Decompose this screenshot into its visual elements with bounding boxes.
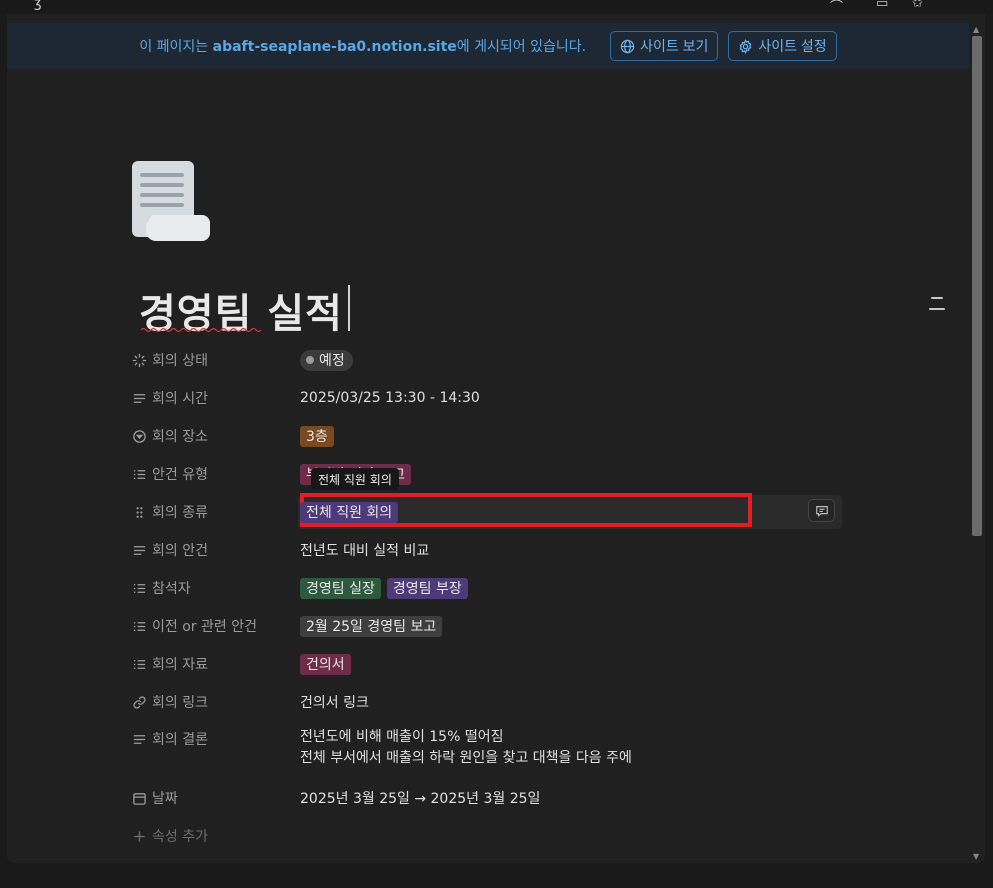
property-label: 회의 시간 (152, 391, 208, 407)
property-conclusion[interactable]: 회의 결론 전년도에 비해 매출이 15% 떨어짐 전체 부서에서 매출의 하락… (132, 721, 842, 779)
status-tag[interactable]: 예정 (300, 349, 353, 371)
plus-icon (134, 830, 145, 842)
star-partial-icon[interactable]: ✩ (912, 0, 923, 11)
property-label: 회의 상태 (152, 353, 208, 369)
link-icon (133, 695, 146, 709)
property-label: 회의 결론 (152, 732, 208, 748)
share-partial-icon[interactable]: ⌒ (830, 0, 843, 15)
property-related[interactable]: 이전 or 관련 안건 2월 25일 경영팀 보고 (132, 607, 842, 645)
kind-tag[interactable]: 전체 직원 회의 (300, 501, 399, 523)
related-tag[interactable]: 2월 25일 경영팀 보고 (300, 615, 443, 637)
multi-select-icon (133, 469, 146, 479)
top-toolbar-strip: ʒ ⌒ ▭ ✩ (0, 0, 993, 15)
property-label: 회의 안건 (152, 543, 208, 559)
properties-list: 회의 상태 예정 회의 시간 2025/03/25 13:30 - 14:30 … (132, 341, 842, 855)
text-lines-icon (133, 545, 146, 555)
spellcheck-underline (141, 327, 261, 333)
property-kind[interactable]: 회의 종류 전체 직원 회의 전체 직원 회의 (132, 468, 842, 531)
date-value[interactable]: 2025년 3월 25일 → 2025년 3월 25일 (300, 788, 540, 808)
select-circle-icon (133, 429, 146, 443)
drag-handle-icon[interactable] (132, 505, 147, 520)
site-url[interactable]: abaft-seaplane-ba0.notion.site (213, 39, 457, 55)
page-peek-modal: 이 페이지는 abaft-seaplane-ba0.notion.site에 게… (7, 14, 985, 863)
agenda-value[interactable]: 전년도 대비 실적 비교 (300, 540, 429, 560)
property-label: 회의 장소 (152, 429, 208, 445)
text-lines-icon (133, 734, 146, 744)
conclusion-line[interactable]: 전년도에 비해 매출이 15% 떨어짐 (300, 729, 503, 746)
status-spinner-icon (132, 353, 147, 367)
scroll-down-icon[interactable]: ▼ (973, 852, 979, 861)
page-document-icon[interactable] (132, 159, 212, 241)
scroll-up-icon[interactable]: ▲ (973, 25, 979, 34)
comments-partial-icon[interactable]: ▭ (876, 0, 888, 11)
property-label: 회의 종류 (152, 505, 208, 521)
property-link[interactable]: 회의 링크 건의서 링크 (132, 683, 842, 721)
property-label: 날짜 (152, 791, 178, 807)
comment-icon (815, 505, 828, 517)
calendar-icon (133, 792, 146, 805)
text-lines-icon (133, 393, 146, 403)
text-caret (348, 285, 350, 331)
property-attendees[interactable]: 참석자 경영팀 실장 경영팀 부장 (132, 569, 842, 607)
time-value[interactable]: 2025/03/25 13:30 - 14:30 (300, 390, 480, 406)
multi-select-icon (133, 659, 146, 669)
scrollbar-thumb[interactable] (972, 36, 982, 536)
property-agenda[interactable]: 회의 안건 전년도 대비 실적 비교 (132, 531, 842, 569)
attendee-tag[interactable]: 경영팀 부장 (386, 577, 468, 599)
add-property-label[interactable]: 속성 추가 (152, 826, 208, 846)
multi-select-icon (133, 621, 146, 631)
vertical-scrollbar[interactable]: ▲ ▼ (969, 23, 985, 863)
property-agenda-type[interactable]: 안건 유형 부서별 성과 보고 (132, 455, 842, 493)
property-label: 회의 자료 (152, 657, 208, 673)
page-title-wrap[interactable]: 경영팀 실적 (139, 281, 350, 337)
gear-icon (739, 38, 752, 54)
conclusion-line[interactable]: 전체 부서에서 매출의 하락 원인을 찾고 대책을 다음 주에 (300, 750, 632, 767)
property-label: 참석자 (152, 581, 191, 597)
partial-icon: ʒ (34, 0, 42, 11)
site-settings-button[interactable]: 사이트 설정 (728, 31, 837, 61)
table-of-contents-icon[interactable] (929, 297, 945, 319)
attendee-tag[interactable]: 경영팀 실장 (300, 577, 381, 599)
comment-button[interactable] (808, 499, 835, 522)
property-status[interactable]: 회의 상태 예정 (132, 341, 842, 379)
published-banner-text: 이 페이지는 abaft-seaplane-ba0.notion.site에 게… (139, 39, 587, 55)
multi-select-icon (133, 583, 146, 593)
tooltip: 전체 직원 회의 (311, 468, 399, 490)
property-time[interactable]: 회의 시간 2025/03/25 13:30 - 14:30 (132, 379, 842, 417)
published-banner: 이 페이지는 abaft-seaplane-ba0.notion.site에 게… (7, 23, 969, 69)
property-date[interactable]: 날짜 2025년 3월 25일 → 2025년 3월 25일 (132, 779, 842, 817)
add-property-row[interactable]: 속성 추가 (132, 817, 842, 855)
property-label: 안건 유형 (152, 467, 208, 483)
globe-icon (620, 39, 635, 53)
property-materials[interactable]: 회의 자료 건의서 (132, 645, 842, 683)
place-tag[interactable]: 3층 (300, 425, 334, 447)
property-place[interactable]: 회의 장소 3층 (132, 417, 842, 455)
view-site-button[interactable]: 사이트 보기 (610, 31, 719, 61)
property-label: 회의 링크 (152, 695, 208, 711)
property-label: 이전 or 관련 안건 (152, 619, 257, 635)
status-dot-icon (306, 356, 314, 364)
materials-tag[interactable]: 건의서 (300, 653, 351, 675)
link-value[interactable]: 건의서 링크 (300, 692, 369, 712)
